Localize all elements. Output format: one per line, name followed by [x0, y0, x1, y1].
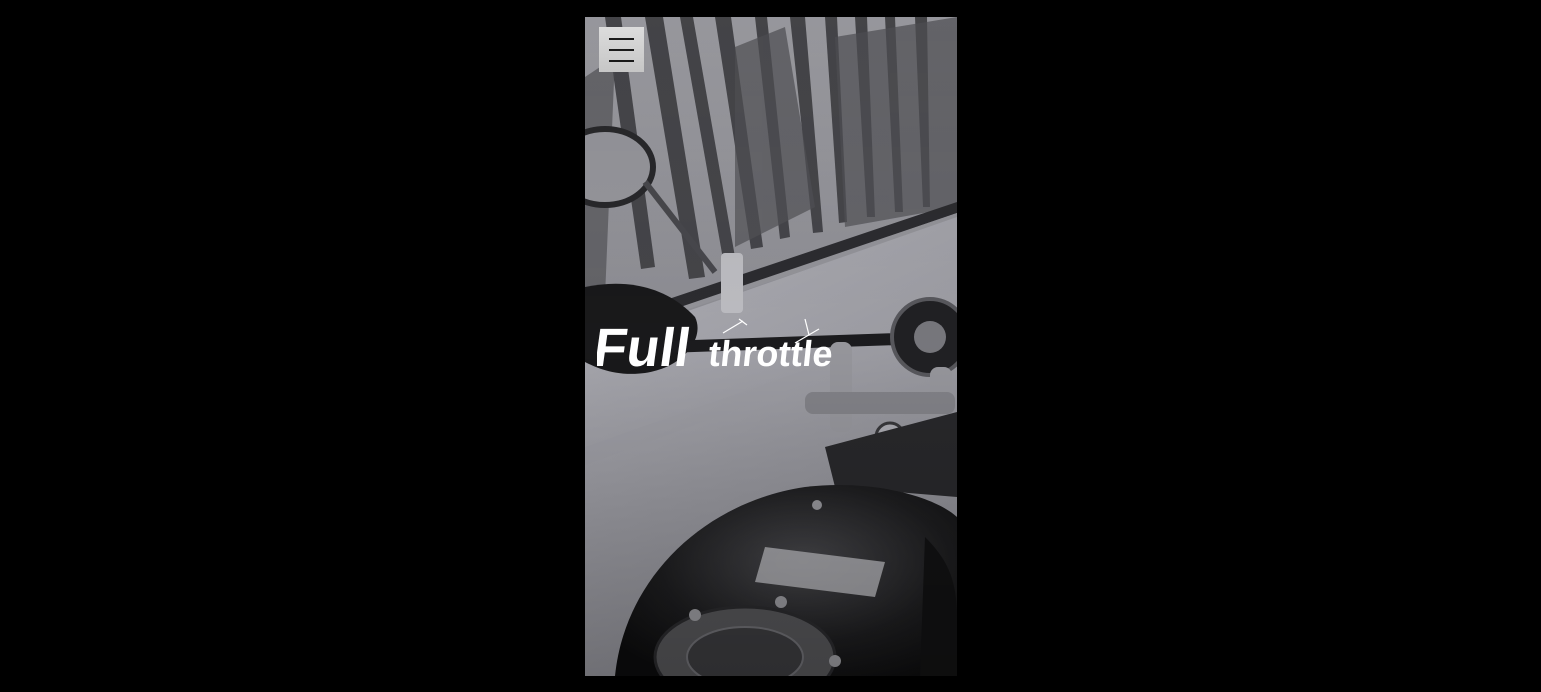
- site-logo[interactable]: Full throttle: [597, 313, 837, 383]
- mobile-viewport: Full throttle: [585, 17, 957, 676]
- logo-text-main: Full: [597, 318, 694, 378]
- hamburger-icon-bar-top: [609, 37, 634, 40]
- hamburger-icon-bar-bottom: [609, 59, 634, 62]
- hamburger-icon-bar-middle: [609, 48, 634, 51]
- menu-button[interactable]: [599, 27, 644, 72]
- logo-text-secondary: throttle: [707, 333, 835, 374]
